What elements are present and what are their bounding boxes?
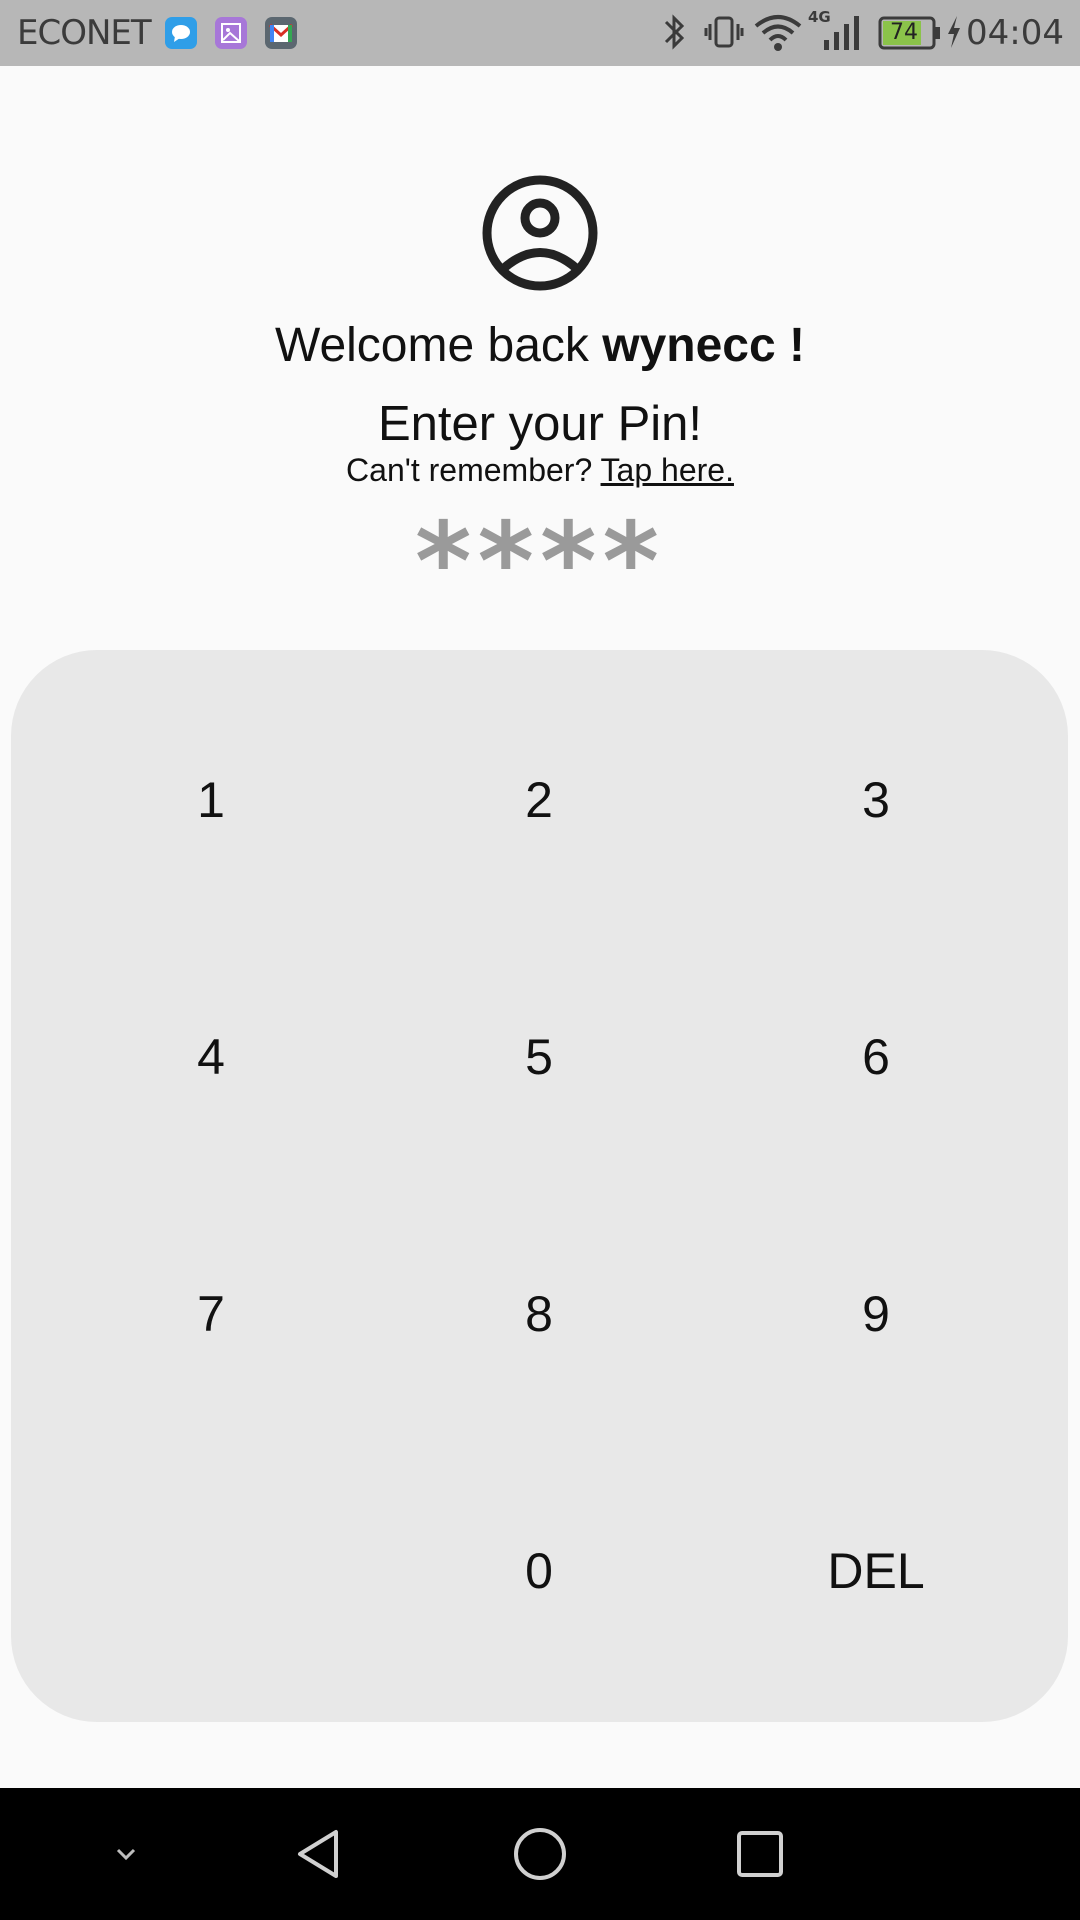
- key-8[interactable]: 8: [389, 1214, 689, 1414]
- delete-key[interactable]: DEL: [726, 1471, 1026, 1671]
- pin-keypad: 1 2 3 4 5 6 7 8 9 0 DEL: [11, 650, 1068, 1722]
- bluetooth-icon: [660, 10, 690, 58]
- gmail-icon: [265, 17, 297, 49]
- forgot-pin-line: Can't remember? Tap here.: [0, 452, 1080, 489]
- vibrate-icon: [702, 10, 746, 58]
- key-5[interactable]: 5: [389, 957, 689, 1157]
- key-6[interactable]: 6: [726, 957, 1026, 1157]
- forgot-pin-link[interactable]: Tap here.: [601, 452, 734, 488]
- pin-prompt: Enter your Pin!: [377, 397, 703, 451]
- gallery-icon: [215, 17, 247, 49]
- clock: 04:04: [966, 13, 1064, 53]
- username: wynecc !: [602, 319, 805, 372]
- home-circle-icon[interactable]: [500, 1788, 580, 1920]
- welcome-message: Welcome back wynecc !: [0, 318, 1080, 373]
- key-7[interactable]: 7: [61, 1214, 361, 1414]
- carrier-name: ECONET: [17, 13, 152, 53]
- wifi-icon: [752, 10, 804, 58]
- key-1[interactable]: 1: [61, 700, 361, 900]
- pin-display: ****: [415, 500, 665, 625]
- key-3[interactable]: 3: [726, 700, 1026, 900]
- account-avatar-icon: [482, 175, 598, 291]
- battery-level: 74: [890, 20, 918, 45]
- hide-nav-chevron-down-icon[interactable]: [96, 1788, 156, 1920]
- key-0[interactable]: 0: [389, 1471, 689, 1671]
- key-4[interactable]: 4: [61, 957, 361, 1157]
- navigation-bar: [0, 1788, 1080, 1920]
- key-2[interactable]: 2: [389, 700, 689, 900]
- recents-square-icon[interactable]: [720, 1788, 800, 1920]
- key-9[interactable]: 9: [726, 1214, 1026, 1414]
- messages-icon: [165, 17, 197, 49]
- welcome-prefix: Welcome back: [275, 319, 603, 372]
- status-bar: ECONET 4G 74 04:04: [0, 0, 1080, 66]
- back-triangle-icon[interactable]: [280, 1788, 360, 1920]
- signal-icon: [820, 10, 864, 58]
- forgot-pin-text: Can't remember?: [346, 452, 601, 488]
- key-empty: [61, 1471, 361, 1671]
- charging-icon: [944, 10, 964, 58]
